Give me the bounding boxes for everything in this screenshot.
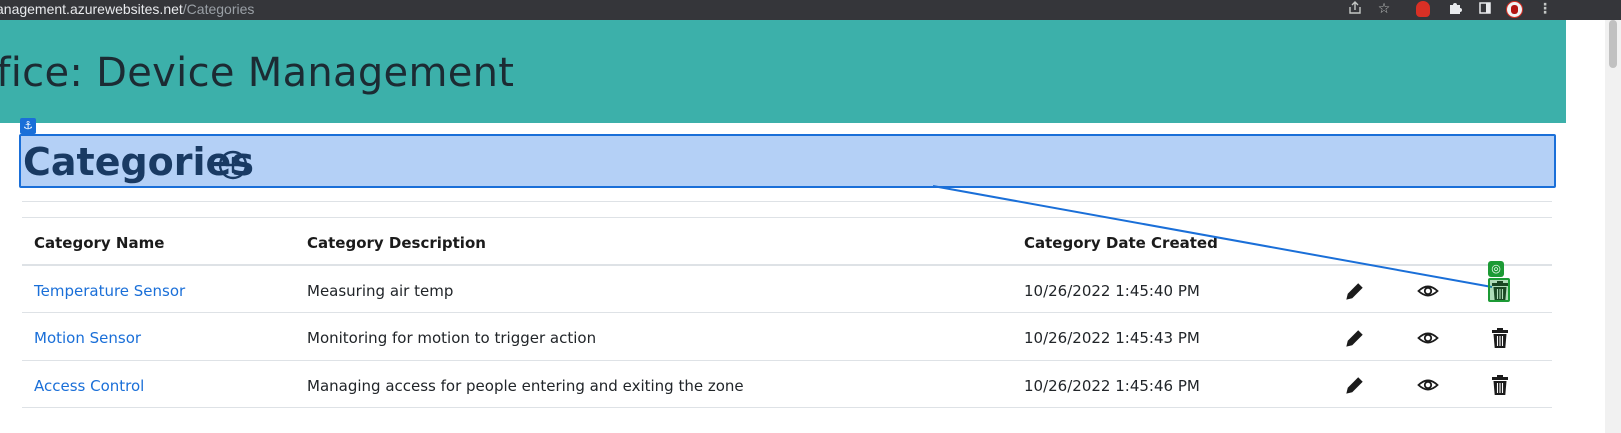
table-header-border [22,264,1552,266]
anchor-icon: ⚓ [20,118,36,134]
trash-icon [1492,328,1508,348]
extension-shield-icon[interactable] [1416,1,1430,17]
edit-button[interactable] [1344,327,1366,349]
bookmark-star-icon[interactable]: ☆ [1375,1,1393,19]
row-divider [22,407,1552,408]
add-category-button[interactable] [218,150,248,180]
extensions-puzzle-icon[interactable] [1446,1,1464,19]
side-panel-icon[interactable] [1476,1,1494,19]
column-header-date: Category Date Created [1024,234,1218,252]
target-icon: ◎ [1488,261,1504,277]
app-title: ffice: Device Management [0,50,515,96]
edit-button[interactable] [1344,280,1366,302]
row-divider [22,360,1552,361]
eye-icon [1417,379,1439,391]
browser-menu-icon[interactable]: ⋮ [1536,1,1554,19]
view-button[interactable] [1417,327,1439,349]
url-path: /Categories [182,1,255,17]
address-bar[interactable]: anagement.azurewebsites.net/Categories [0,1,254,17]
app-header: ffice: Device Management [0,20,1566,123]
table-divider [22,201,1552,202]
table-top-border [22,217,1552,218]
pencil-icon [1346,330,1363,347]
pencil-icon [1346,377,1363,394]
eye-icon [1417,285,1439,297]
category-name-link[interactable]: Temperature Sensor [34,282,185,300]
delete-button[interactable] [1489,374,1511,396]
category-name-link[interactable]: Access Control [34,377,144,395]
category-description: Managing access for people entering and … [307,377,744,395]
page-scrollbar[interactable] [1605,20,1621,433]
target-highlight-box [1488,278,1510,302]
browser-toolbar: anagement.azurewebsites.net/Categories ☆… [0,0,1621,20]
profile-avatar[interactable] [1506,1,1523,18]
delete-button[interactable] [1489,327,1511,349]
trash-icon [1492,375,1508,395]
category-date: 10/26/2022 1:45:40 PM [1024,282,1200,300]
scrollbar-thumb[interactable] [1609,20,1617,68]
share-icon[interactable] [1346,1,1364,19]
category-description: Measuring air temp [307,282,454,300]
view-button[interactable] [1417,374,1439,396]
plus-circle-icon [218,150,248,180]
column-header-description: Category Description [307,234,486,252]
url-host: anagement.azurewebsites.net [0,1,183,17]
category-date: 10/26/2022 1:45:43 PM [1024,329,1200,347]
category-name-link[interactable]: Motion Sensor [34,329,141,347]
view-button[interactable] [1417,280,1439,302]
category-description: Monitoring for motion to trigger action [307,329,597,347]
eye-icon [1417,332,1439,344]
pencil-icon [1346,283,1363,300]
row-divider [22,312,1552,313]
column-header-name: Category Name [34,234,165,252]
edit-button[interactable] [1344,374,1366,396]
category-date: 10/26/2022 1:45:46 PM [1024,377,1200,395]
